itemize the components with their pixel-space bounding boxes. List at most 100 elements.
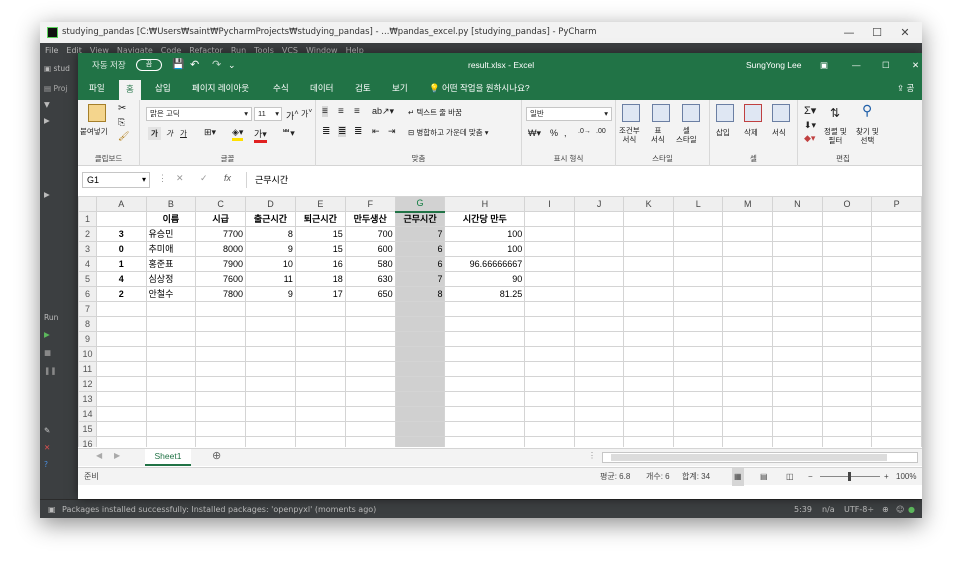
minimize-icon[interactable]: — bbox=[834, 22, 864, 43]
cell[interactable] bbox=[871, 376, 922, 392]
cell[interactable] bbox=[344, 391, 396, 407]
cell[interactable] bbox=[524, 376, 575, 392]
paste-icon[interactable] bbox=[88, 104, 106, 122]
cell[interactable] bbox=[573, 346, 625, 362]
cell[interactable] bbox=[294, 361, 346, 377]
cell[interactable]: 96.66666667 bbox=[444, 256, 526, 272]
cell[interactable] bbox=[524, 211, 575, 227]
cell[interactable] bbox=[722, 436, 774, 447]
cell[interactable] bbox=[772, 391, 823, 407]
currency-icon[interactable]: ₩▾ bbox=[528, 128, 541, 139]
cell[interactable] bbox=[871, 301, 922, 317]
cell[interactable]: 7800 bbox=[195, 286, 247, 302]
cell[interactable] bbox=[772, 271, 823, 287]
cell[interactable] bbox=[772, 301, 823, 317]
cell[interactable] bbox=[821, 286, 873, 302]
cell[interactable] bbox=[195, 346, 247, 362]
cell-style-label[interactable]: 셀 스타일 bbox=[676, 126, 697, 144]
underline-button[interactable]: 가 bbox=[180, 128, 187, 139]
cell[interactable] bbox=[394, 376, 446, 392]
cell[interactable] bbox=[145, 421, 197, 437]
cell[interactable] bbox=[573, 256, 625, 272]
cell[interactable] bbox=[95, 361, 147, 377]
cell[interactable] bbox=[245, 346, 296, 362]
cell[interactable] bbox=[245, 301, 296, 317]
cell[interactable] bbox=[672, 406, 724, 422]
cell[interactable] bbox=[772, 361, 823, 377]
align-left-icon[interactable]: ≣ bbox=[322, 126, 330, 137]
cell[interactable]: 15 bbox=[294, 241, 346, 257]
cell[interactable]: 7600 bbox=[195, 271, 247, 287]
cell[interactable] bbox=[772, 421, 823, 437]
cell[interactable] bbox=[573, 316, 625, 332]
tab-formulas[interactable]: 수식 bbox=[266, 77, 296, 100]
cell[interactable] bbox=[623, 331, 674, 347]
cell[interactable] bbox=[623, 301, 674, 317]
cell[interactable] bbox=[871, 226, 922, 242]
stop-icon[interactable]: ■ bbox=[44, 348, 51, 357]
increase-indent-icon[interactable]: ⇥ bbox=[388, 126, 396, 137]
cell[interactable] bbox=[772, 286, 823, 302]
cell[interactable]: 580 bbox=[344, 256, 396, 272]
cell[interactable] bbox=[195, 391, 247, 407]
cell[interactable] bbox=[444, 421, 526, 437]
encoding[interactable]: UTF-8÷ bbox=[844, 500, 874, 518]
cell[interactable] bbox=[722, 256, 774, 272]
conditional-format-icon[interactable] bbox=[622, 104, 640, 122]
cell[interactable] bbox=[573, 271, 625, 287]
cell[interactable] bbox=[145, 301, 197, 317]
phonetic-icon[interactable]: ᄈ▾ bbox=[282, 126, 295, 139]
cell[interactable] bbox=[821, 226, 873, 242]
cell[interactable]: 81.25 bbox=[444, 286, 526, 302]
cell[interactable] bbox=[394, 316, 446, 332]
cell[interactable] bbox=[394, 391, 446, 407]
cell[interactable] bbox=[573, 406, 625, 422]
save-icon[interactable]: 💾 bbox=[172, 53, 184, 77]
border-icon[interactable]: ⊞▾ bbox=[204, 127, 216, 138]
help-icon[interactable]: ? bbox=[44, 460, 48, 469]
comma-button[interactable]: , bbox=[564, 128, 567, 138]
row-header[interactable]: 10 bbox=[78, 346, 97, 362]
cell[interactable] bbox=[444, 361, 526, 377]
percent-button[interactable]: % bbox=[550, 128, 558, 138]
cell[interactable]: 700 bbox=[344, 226, 396, 242]
proj-tab[interactable]: ▤ Proj bbox=[44, 84, 67, 93]
cell[interactable] bbox=[444, 391, 526, 407]
status-average[interactable]: 평균: 6.8 bbox=[600, 468, 630, 486]
zoom-out-icon[interactable]: − bbox=[808, 468, 813, 486]
cell[interactable] bbox=[672, 241, 724, 257]
fill-color-icon[interactable]: ◈▾ bbox=[232, 127, 244, 141]
column-header[interactable]: P bbox=[871, 196, 922, 212]
cell[interactable] bbox=[524, 301, 575, 317]
cell[interactable] bbox=[573, 331, 625, 347]
font-size-select[interactable]: 11 ▾ bbox=[254, 107, 282, 121]
excel-close-icon[interactable]: ✕ bbox=[912, 53, 919, 77]
cell[interactable] bbox=[772, 316, 823, 332]
cell[interactable] bbox=[524, 316, 575, 332]
insert-cells-label[interactable]: 삽입 bbox=[716, 127, 730, 138]
cut-icon[interactable]: ✂ bbox=[118, 103, 126, 114]
cell[interactable] bbox=[722, 361, 774, 377]
row-header[interactable]: 11 bbox=[78, 361, 97, 377]
cell[interactable] bbox=[195, 406, 247, 422]
column-header[interactable]: I bbox=[524, 196, 575, 212]
cell[interactable] bbox=[524, 286, 575, 302]
row-header[interactable]: 6 bbox=[78, 286, 97, 302]
cell[interactable] bbox=[245, 436, 296, 447]
grow-font-icon[interactable]: 가˄ bbox=[286, 108, 299, 122]
column-header[interactable]: E bbox=[294, 196, 346, 212]
cell[interactable] bbox=[444, 331, 526, 347]
cell[interactable] bbox=[871, 211, 922, 227]
cell[interactable] bbox=[294, 346, 346, 362]
cell[interactable] bbox=[821, 301, 873, 317]
cell[interactable]: 9 bbox=[245, 241, 296, 257]
cell[interactable]: 이름 bbox=[145, 211, 197, 227]
select-all-corner[interactable] bbox=[78, 196, 97, 212]
cell[interactable] bbox=[772, 331, 823, 347]
cell[interactable]: 11 bbox=[245, 271, 296, 287]
row-header[interactable]: 9 bbox=[78, 331, 97, 347]
cell[interactable] bbox=[871, 421, 922, 437]
cell[interactable] bbox=[524, 241, 575, 257]
cell[interactable] bbox=[672, 436, 724, 447]
column-header[interactable]: H bbox=[444, 196, 526, 212]
